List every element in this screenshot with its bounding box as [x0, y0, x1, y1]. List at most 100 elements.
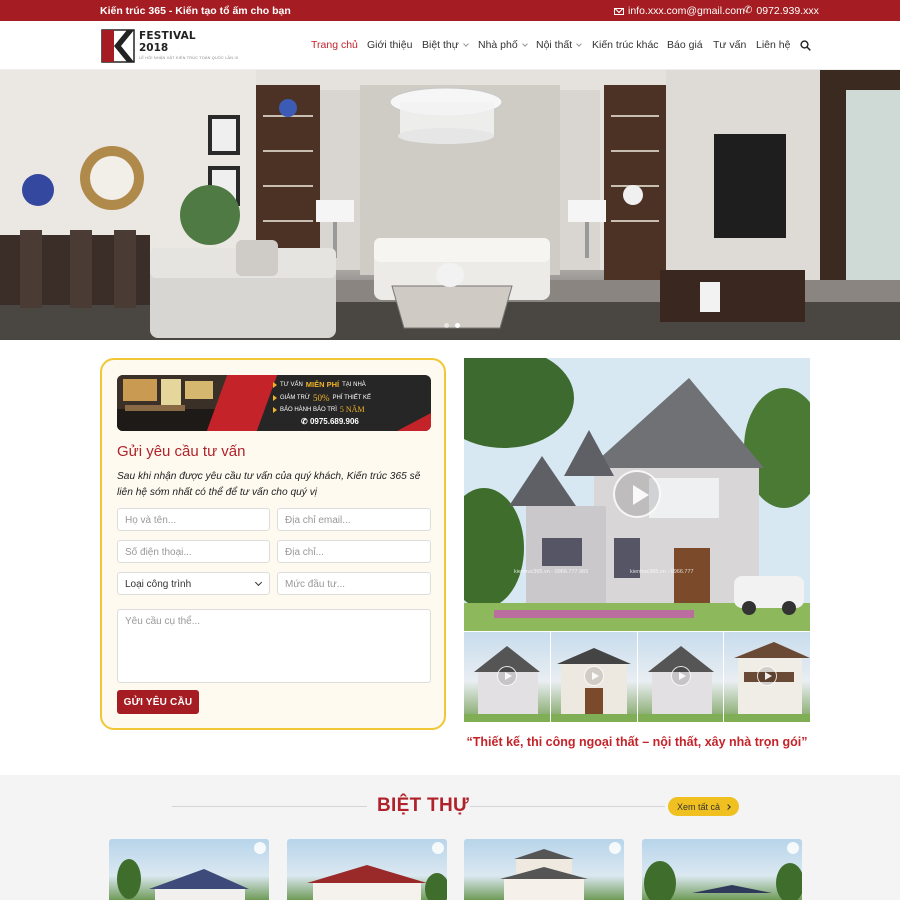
play-icon[interactable]	[670, 666, 691, 686]
slider-dot-1[interactable]	[444, 323, 449, 328]
chevron-down-icon	[254, 578, 263, 587]
phone-icon: ✆	[301, 417, 310, 426]
nav-item-contact[interactable]: Liên hệ	[756, 39, 790, 51]
villa-card-2[interactable]	[287, 839, 447, 900]
banner-highlight: 50%	[313, 393, 330, 403]
video-thumbnail-2[interactable]	[550, 632, 637, 722]
nav-label: Báo giá	[667, 39, 703, 51]
site-tagline: Kiến trúc 365 - Kiến tạo tổ ấm cho bạn	[100, 5, 291, 17]
video-thumbnail-4[interactable]	[724, 632, 810, 722]
banner-text: PHÍ THIẾT KẾ	[332, 395, 371, 401]
logo-line-1: FESTIVAL	[139, 30, 196, 42]
arrow-right-icon	[273, 395, 277, 401]
hero-living-room-image	[0, 70, 900, 340]
logo-line-2: 2018	[139, 42, 169, 54]
card-badge-icon	[432, 842, 444, 854]
card-badge-icon	[609, 842, 621, 854]
select-value: Loại công trình	[125, 579, 192, 590]
banner-highlight: 5 NĂM	[339, 405, 365, 414]
hero-slider[interactable]	[0, 70, 900, 340]
site-logo[interactable]: FESTIVAL 2018 LỄ HỘI NHẬN VẬT KIẾN TRÚC …	[101, 27, 238, 65]
play-icon[interactable]	[613, 470, 661, 518]
nav-label: Biệt thự	[422, 39, 459, 51]
nav-item-home[interactable]: Trang chủ	[311, 39, 358, 51]
chevron-down-icon	[576, 40, 583, 47]
request-textarea[interactable]: Yêu cầu cụ thể...	[117, 609, 431, 683]
search-icon[interactable]	[800, 40, 811, 51]
budget-input[interactable]: Mức đầu tư...	[277, 572, 431, 595]
nav-item-consult[interactable]: Tư vấn	[713, 39, 746, 51]
villa-card-1[interactable]	[109, 839, 269, 900]
contact-email[interactable]: info.xxx.com@gmail.com	[614, 5, 745, 17]
banner-corner	[397, 413, 431, 431]
video-watermark: kientruc365.vn - 0966.777	[630, 569, 694, 575]
section-divider-right	[470, 806, 665, 807]
nav-item-about[interactable]: Giới thiệu	[367, 39, 412, 51]
villa-card-image	[117, 859, 249, 900]
chevron-right-icon	[725, 803, 731, 810]
banner-text: TẠI NHÀ	[342, 381, 366, 388]
top-bar: Kiến trúc 365 - Kiến tạo tổ ấm cho bạn i…	[0, 0, 900, 21]
nav-item-townhouse[interactable]: Nhà phố	[478, 39, 528, 51]
card-badge-icon	[787, 842, 799, 854]
villa-card-3[interactable]	[464, 839, 624, 900]
villa-card-image	[500, 849, 588, 900]
nav-label: Nội thất	[536, 39, 573, 51]
nav-label: Nhà phố	[478, 39, 518, 51]
contact-email-text: info.xxx.com@gmail.com	[628, 5, 745, 17]
banner-text: BẢO HÀNH BẢO TRÌ	[280, 406, 337, 413]
address-input[interactable]: Địa chỉ...	[277, 540, 431, 563]
project-type-select[interactable]: Loại công trình	[117, 572, 270, 595]
play-icon[interactable]	[583, 666, 604, 686]
nav-item-other-architecture[interactable]: Kiến trúc khác	[592, 39, 659, 51]
email-input[interactable]: Địa chỉ email...	[277, 508, 431, 531]
play-icon[interactable]	[497, 666, 517, 686]
video-thumbnail-1[interactable]	[464, 632, 550, 722]
consult-form-card: TƯ VẤN MIỄN PHÍ TẠI NHÀ GIẢM TRỪ 50% PHÍ…	[100, 358, 446, 730]
banner-line-2: GIẢM TRỪ 50% PHÍ THIẾT KẾ	[273, 393, 371, 403]
nav-item-pricing[interactable]: Báo giá	[667, 39, 703, 51]
nav-label: Giới thiệu	[367, 39, 413, 51]
villa-card-image	[644, 861, 802, 900]
nav-item-interior[interactable]: Nội thất	[536, 39, 583, 51]
nav-label: Kiến trúc khác	[592, 39, 659, 51]
nav-item-villa[interactable]: Biệt thự	[422, 39, 469, 51]
promo-banner: TƯ VẤN MIỄN PHÍ TẠI NHÀ GIẢM TRỪ 50% PHÍ…	[117, 375, 431, 431]
banner-text: TƯ VẤN	[280, 381, 303, 388]
mail-icon	[614, 7, 624, 15]
form-description: Sau khi nhận được yêu cầu tư vấn của quý…	[117, 471, 421, 498]
arrow-right-icon	[273, 381, 277, 388]
form-title: Gửi yêu cầu tư vấn	[117, 443, 246, 460]
banner-phone: ✆ 0975.689.906	[301, 417, 359, 426]
video-thumbnails	[464, 632, 810, 722]
banner-text: GIẢM TRỪ	[280, 395, 311, 401]
banner-line-3: BẢO HÀNH BẢO TRÌ 5 NĂM	[273, 405, 365, 414]
banner-highlight: MIỄN PHÍ	[305, 380, 340, 389]
villa-section: BIỆT THỰ Xem tất cả	[0, 775, 900, 900]
banner-line-1: TƯ VẤN MIỄN PHÍ TẠI NHÀ	[273, 380, 366, 389]
see-all-label: Xem tất cả	[676, 801, 721, 812]
submit-button[interactable]: GỬI YÊU CẦU	[117, 690, 199, 714]
nav-label: Tư vấn	[713, 39, 747, 51]
slogan-quote: “Thiết kế, thi công ngoại thất – nội thấ…	[466, 735, 808, 749]
villa-card-4[interactable]	[642, 839, 802, 900]
phone-icon: ✆	[744, 5, 753, 16]
section-divider-left	[172, 806, 367, 807]
arrow-right-icon	[273, 406, 277, 413]
contact-phone-text: 0972.939.xxx	[756, 5, 819, 17]
featured-video[interactable]: kientruc365.vn - 0966.777.965 kientruc36…	[464, 358, 810, 631]
slider-dots	[444, 323, 460, 328]
nav-label: Trang chủ	[311, 39, 358, 51]
slider-dot-2[interactable]	[455, 323, 460, 328]
banner-phone-text: 0975.689.906	[309, 417, 359, 426]
site-header: FESTIVAL 2018 LỄ HỘI NHẬN VẬT KIẾN TRÚC …	[0, 21, 900, 70]
villa-card-image	[307, 865, 447, 900]
contact-phone[interactable]: ✆ 0972.939.xxx	[744, 5, 819, 17]
logo-mark	[101, 29, 135, 63]
name-input[interactable]: Họ và tên...	[117, 508, 270, 531]
phone-input[interactable]: Số điện thoại...	[117, 540, 270, 563]
see-all-button[interactable]: Xem tất cả	[668, 797, 739, 816]
video-thumbnail-3[interactable]	[637, 632, 724, 722]
nav-label: Liên hệ	[756, 39, 791, 51]
section-title: BIỆT THỰ	[377, 795, 470, 816]
